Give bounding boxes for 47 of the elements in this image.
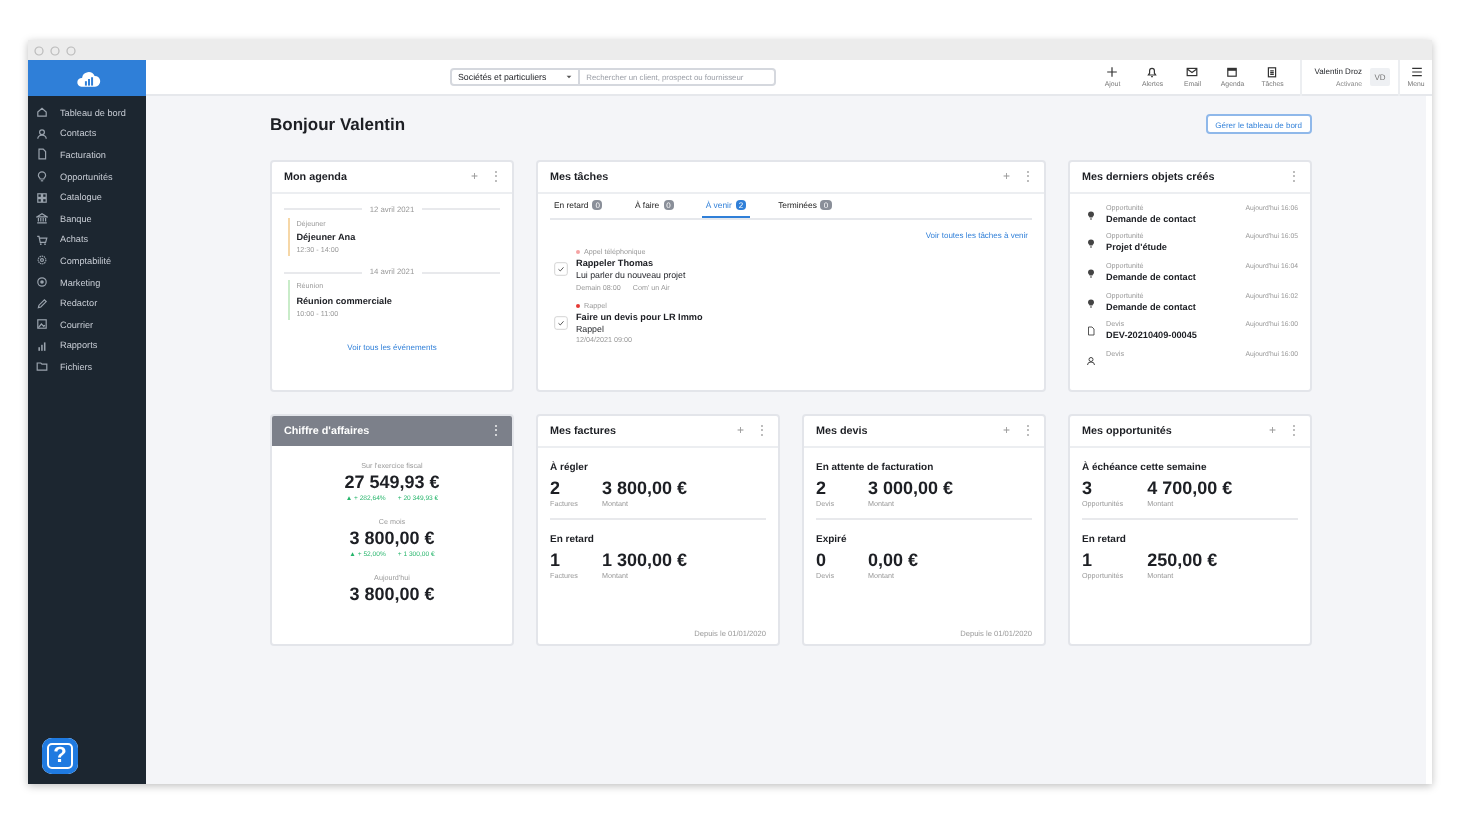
window-controls-icon: [34, 45, 76, 55]
lightbulb-icon: [1086, 297, 1096, 308]
clipboard-icon: [1266, 66, 1279, 78]
stat-value: 1: [550, 550, 563, 570]
target-icon: [36, 276, 48, 289]
bank-icon: [36, 212, 48, 225]
stat-value: 0,00 €: [868, 550, 919, 570]
home-icon: [36, 106, 48, 119]
lightbulb-icon: [1086, 238, 1096, 249]
check-icon[interactable]: [554, 262, 568, 277]
revenue-value: 27 549,93 €: [344, 472, 440, 492]
stat-value: 0: [816, 550, 829, 570]
plus-icon: [1106, 66, 1119, 78]
lightbulb-icon: [1086, 267, 1096, 278]
document-icon: [36, 148, 48, 161]
stat-value: 1 300,00 €: [602, 550, 688, 570]
person-icon: [1086, 355, 1096, 366]
help-button[interactable]: ?: [42, 738, 78, 774]
cart-icon: [36, 233, 48, 246]
stat-value: 3 000,00 €: [868, 478, 954, 498]
folder-icon: [36, 360, 48, 373]
person-icon: [36, 127, 48, 140]
stat-value: 3 800,00 €: [602, 478, 688, 498]
grid-icon: [36, 191, 48, 204]
stat-value: 4 700,00 €: [1147, 478, 1233, 498]
caret-icon: [566, 74, 573, 80]
image-icon: [36, 318, 48, 331]
document-icon: [1086, 326, 1096, 337]
bar-chart-icon: [36, 339, 48, 352]
stat-value: 2: [550, 478, 563, 498]
check-icon[interactable]: [554, 315, 568, 330]
menu-icon: [1409, 66, 1423, 78]
gear-icon: [36, 254, 48, 267]
envelope-icon: [1186, 66, 1199, 78]
greeting-heading: Bonjour Valentin: [270, 114, 406, 134]
stat-value: 2: [816, 478, 829, 498]
lightbulb-icon: [36, 170, 48, 183]
cloud-chart-icon: [73, 67, 101, 89]
bell-icon: [1146, 66, 1159, 78]
revenue-value: 3 800,00 €: [349, 584, 435, 604]
calendar-icon: [1226, 66, 1239, 78]
revenue-value: 3 800,00 €: [349, 528, 435, 548]
lightbulb-icon: [1086, 209, 1096, 219]
stat-value: 250,00 €: [1147, 550, 1218, 570]
stat-value: 3: [1082, 478, 1095, 498]
stat-value: 1: [1082, 550, 1095, 570]
pen-icon: [36, 297, 48, 310]
